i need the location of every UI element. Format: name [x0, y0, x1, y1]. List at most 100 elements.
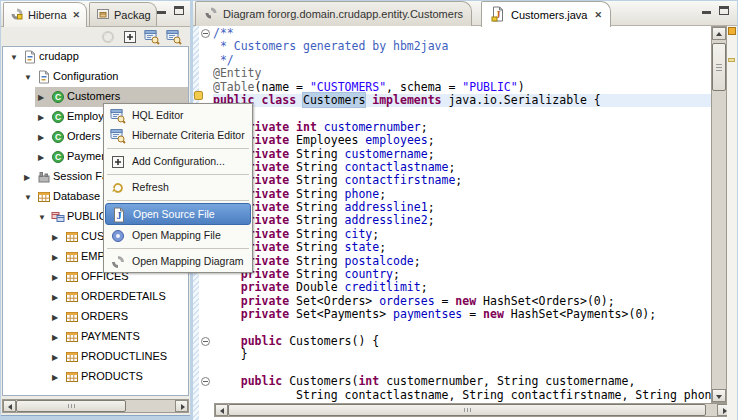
collapse-arrow-icon[interactable]: ▼	[24, 193, 32, 202]
scroll-up-button[interactable]	[712, 27, 726, 40]
menu-item-open-source-file[interactable]: J Open Source File	[105, 203, 251, 225]
svg-text:J: J	[117, 210, 122, 221]
maximize-icon[interactable]	[174, 6, 184, 15]
scroll-down-button[interactable]	[712, 389, 726, 402]
expand-arrow-icon[interactable]: ▶	[38, 113, 44, 122]
scroll-thumb[interactable]	[228, 404, 706, 416]
left-view-toolbar	[1, 28, 190, 46]
tree-item-payments[interactable]: ▶PAYMENTS	[3, 327, 188, 347]
close-icon[interactable]: ✕	[594, 10, 602, 20]
editor-tabbar: Diagram fororg.domain.crudapp.entity.Cus…	[193, 1, 737, 26]
tree-item-products[interactable]: ▶PRODUCTS	[3, 367, 188, 387]
collapse-arrow-icon[interactable]: ▼	[10, 53, 18, 62]
code-line: private Employees employees;	[213, 134, 711, 147]
scroll-left-button[interactable]	[3, 400, 16, 412]
scroll-right-button[interactable]	[175, 400, 188, 412]
expand-arrow-icon[interactable]: ▶	[38, 133, 44, 142]
overview-annotation-icon	[728, 27, 736, 35]
code-line: private String phone;	[213, 188, 711, 201]
code-line: public class Customers implements java.i…	[213, 94, 711, 107]
menu-item-label: Open Mapping File	[132, 229, 221, 241]
tab-package-explorer[interactable]: Packag	[89, 2, 157, 26]
overview-ruler[interactable]	[727, 26, 737, 420]
expand-arrow-icon[interactable]: ▶	[38, 93, 44, 102]
expand-arrow-icon[interactable]: ▶	[52, 313, 58, 322]
fold-collapse-icon[interactable]	[201, 337, 210, 346]
menu-item-refresh[interactable]: Refresh	[105, 177, 251, 197]
menu-item-hibernate-criteria-editor[interactable]: Hibernate Criteria Editor	[105, 125, 251, 145]
expand-arrow-icon[interactable]: ▶	[52, 353, 58, 362]
eclipse-window: Hiberna ✕ Packag ▼ crudapp ▼Configuration ▶…	[0, 0, 738, 420]
tree-item-configuration[interactable]: ▼Configuration	[3, 67, 188, 87]
fold-collapse-icon[interactable]	[201, 29, 210, 38]
tab-hibernate-configurations[interactable]: Hiberna ✕	[3, 2, 87, 27]
scroll-thumb[interactable]	[16, 400, 126, 412]
add-configuration-icon	[110, 154, 126, 168]
code-line: private String addressline1;	[213, 201, 711, 214]
menu-separator	[105, 197, 251, 203]
minimize-icon[interactable]	[702, 6, 711, 15]
tab-customers-java[interactable]: J Customers.java ✕	[481, 1, 611, 27]
java-file-icon: J	[111, 207, 127, 221]
code-line: }	[213, 348, 711, 361]
add-configuration-icon[interactable]	[122, 29, 138, 45]
tree-item-crudapp[interactable]: ▼ crudapp	[3, 47, 188, 67]
table-icon	[65, 350, 79, 364]
expand-arrow-icon[interactable]: ▶	[52, 333, 58, 342]
hql-editor-icon[interactable]	[144, 29, 160, 45]
tab-label: Packag	[114, 9, 151, 21]
criteria-editor-icon[interactable]	[166, 29, 182, 45]
code-line: private String contactfirstname;	[213, 174, 711, 187]
tree-item-label: PRODUCTLINES	[81, 350, 167, 362]
code-line: public Customers() {	[213, 335, 711, 348]
scroll-thumb[interactable]	[712, 43, 726, 91]
sql-editor-icon	[110, 108, 126, 122]
left-view-buttons	[157, 6, 184, 15]
menu-separator	[105, 145, 251, 151]
code-line: private Double creditlimit;	[213, 281, 711, 294]
expand-arrow-icon[interactable]: ▶	[24, 173, 30, 182]
tree-item-label: PUBLIC	[67, 210, 107, 222]
tree-item-productlines[interactable]: ▶ PRODUCTLINES	[3, 347, 188, 367]
menu-item-open-mapping-file[interactable]: Open Mapping File	[105, 225, 251, 245]
table-icon	[65, 270, 79, 284]
menu-item-hql-editor[interactable]: HQL Editor	[105, 105, 251, 125]
editor-vscrollbar[interactable]	[711, 26, 727, 403]
menu-item-add-configuration[interactable]: Add Configuration...	[105, 151, 251, 171]
tree-item-orders[interactable]: ▶ORDERS	[3, 307, 188, 327]
close-icon[interactable]: ✕	[73, 10, 81, 20]
svg-text:C: C	[55, 132, 61, 142]
minimize-icon[interactable]	[157, 6, 166, 15]
package-explorer-icon	[96, 7, 110, 23]
tab-diagram[interactable]: Diagram fororg.domain.crudapp.entity.Cus…	[195, 1, 472, 26]
tree-item-orderdetails[interactable]: ▶ ORDERDETAILS	[3, 287, 188, 307]
expand-arrow-icon[interactable]: ▶	[52, 253, 58, 262]
code-line: private String postalcode;	[213, 255, 711, 268]
code-line: private Set<Orders> orderses = new HashS…	[213, 295, 711, 308]
left-tree-hscrollbar[interactable]	[2, 399, 189, 413]
editor-hscrollbar[interactable]	[214, 403, 731, 417]
expand-arrow-icon[interactable]: ▶	[52, 373, 58, 382]
class-green-icon: C	[51, 110, 65, 124]
menu-item-label: Open Source File	[133, 208, 215, 220]
maximize-icon[interactable]	[719, 6, 729, 15]
scroll-left-button[interactable]	[215, 404, 228, 416]
fold-collapse-icon[interactable]	[201, 377, 210, 386]
code-line: private String addressline2;	[213, 214, 711, 227]
collapse-all-icon[interactable]	[100, 29, 116, 45]
left-view-tabbar: Hiberna ✕ Packag	[1, 1, 190, 27]
collapse-arrow-icon[interactable]: ▼	[24, 73, 32, 82]
svg-text:C: C	[55, 152, 61, 162]
tree-item-label: crudapp	[39, 50, 79, 62]
diagram-icon	[204, 6, 218, 22]
menu-item-open-mapping-diagram[interactable]: Open Mapping Diagram	[105, 251, 251, 271]
collapse-arrow-icon[interactable]: ▼	[38, 213, 46, 222]
expand-arrow-icon[interactable]: ▶	[38, 153, 44, 162]
expand-arrow-icon[interactable]: ▶	[52, 233, 58, 242]
code-text[interactable]: /** * Customers generated by hbm2java */…	[213, 27, 711, 403]
mapping-file-icon	[110, 228, 126, 242]
expand-arrow-icon[interactable]: ▶	[52, 293, 58, 302]
tree-item-label: ORDERDETAILS	[81, 290, 166, 302]
menu-item-label: Hibernate Criteria Editor	[132, 129, 245, 141]
expand-arrow-icon[interactable]: ▶	[52, 273, 58, 282]
